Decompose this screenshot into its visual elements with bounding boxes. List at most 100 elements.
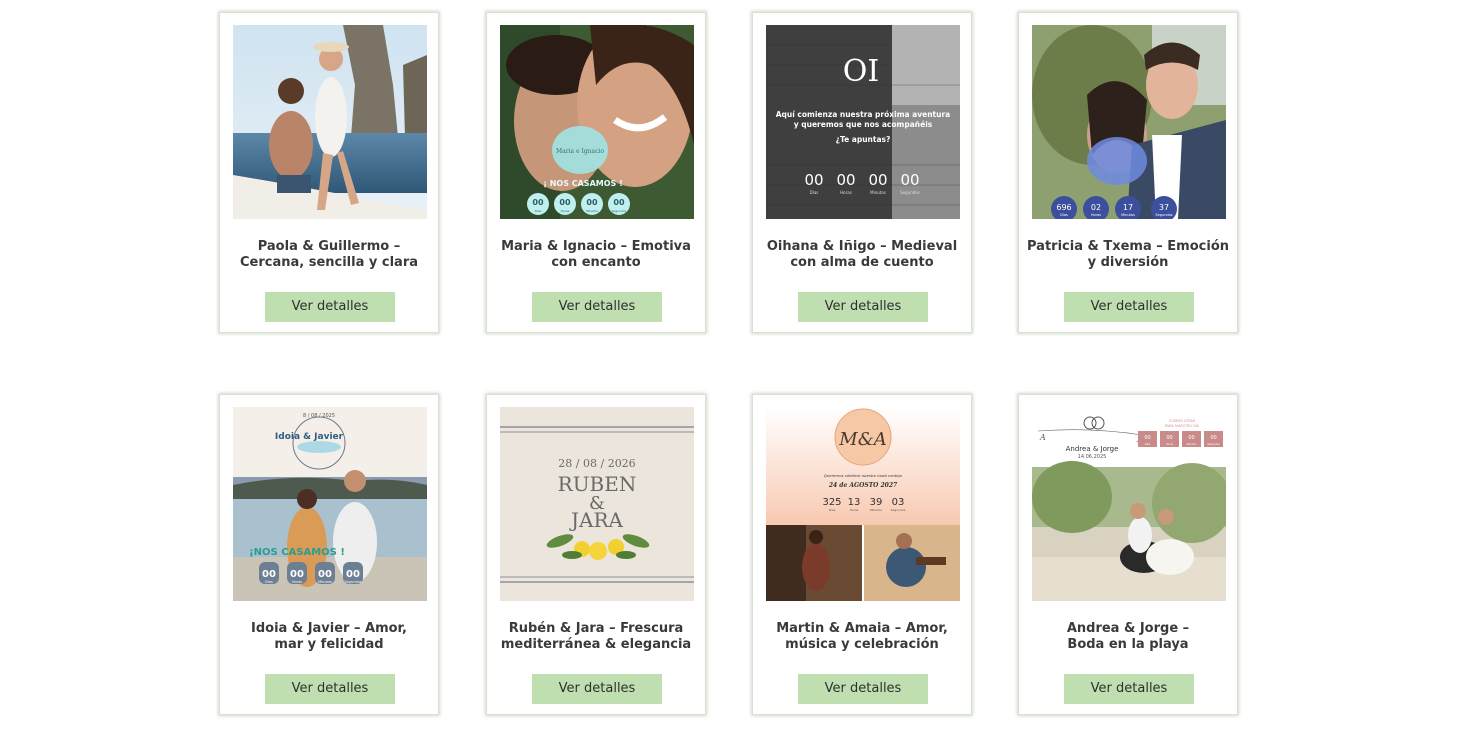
medieval-castle-invitation: OI Aquí comienza nuestra próxima aventur… bbox=[766, 25, 960, 219]
music-couple-invitation: M&A Queremos celebrar nuestro boda conti… bbox=[766, 407, 960, 601]
ver-detalles-button[interactable]: Ver detalles bbox=[1064, 674, 1194, 704]
svg-text:00: 00 bbox=[559, 198, 571, 207]
svg-text:Minutos: Minutos bbox=[318, 580, 332, 584]
svg-text:Días: Días bbox=[1145, 442, 1151, 446]
ver-detalles-button[interactable]: Ver detalles bbox=[265, 292, 395, 322]
ver-detalles-button[interactable]: Ver detalles bbox=[1064, 292, 1194, 322]
card-thumbnail-image[interactable] bbox=[233, 25, 427, 219]
svg-text:00: 00 bbox=[613, 198, 625, 207]
svg-text:Minutos: Minutos bbox=[870, 190, 886, 195]
product-card: 696 02 17 37 Días Horas Minutos Segundos… bbox=[1018, 12, 1238, 333]
product-card: 8 / 08 / 2025 Idoia & Javier ¡NOS CASAMO… bbox=[219, 394, 439, 715]
ver-detalles-button[interactable]: Ver detalles bbox=[798, 674, 928, 704]
svg-text:00: 00 bbox=[346, 569, 360, 580]
card-thumbnail-image[interactable]: 696 02 17 37 Días Horas Minutos Segundos bbox=[1032, 25, 1226, 219]
svg-text:Minutos: Minutos bbox=[1121, 213, 1135, 217]
svg-text:Segundos: Segundos bbox=[900, 190, 920, 195]
svg-text:Maria e Ignacio: Maria e Ignacio bbox=[556, 148, 604, 155]
ver-detalles-button[interactable]: Ver detalles bbox=[532, 674, 662, 704]
card-thumbnail-image[interactable]: 8 / 08 / 2025 Idoia & Javier ¡NOS CASAMO… bbox=[233, 407, 427, 601]
svg-text:13: 13 bbox=[848, 497, 861, 508]
svg-text:CUENTA ATRÁS: CUENTA ATRÁS bbox=[1169, 418, 1196, 423]
svg-text:Minutos: Minutos bbox=[870, 508, 882, 512]
couple-selfie-invitation: Maria e Ignacio ¡ NOS CASAMOS ! 00 00 00… bbox=[500, 25, 694, 219]
product-card: 28 / 08 / 2026 RUBEN & JARA Rubén & Jara… bbox=[486, 394, 706, 715]
card-thumbnail-image[interactable]: 28 / 08 / 2026 RUBEN & JARA bbox=[500, 407, 694, 601]
monogram-logo: OI bbox=[843, 54, 879, 89]
svg-text:00: 00 bbox=[836, 171, 855, 189]
svg-text:00: 00 bbox=[532, 198, 544, 207]
svg-text:00: 00 bbox=[290, 569, 304, 580]
svg-text:Minutos: Minutos bbox=[586, 209, 598, 213]
couple-wedding-photo: 696 02 17 37 Días Horas Minutos Segundos bbox=[1032, 25, 1226, 219]
ver-detalles-button[interactable]: Ver detalles bbox=[265, 674, 395, 704]
svg-text:00: 00 bbox=[1210, 435, 1216, 441]
svg-text:28 / 08 / 2026: 28 / 08 / 2026 bbox=[558, 457, 635, 470]
svg-text:17: 17 bbox=[1123, 203, 1133, 212]
svg-text:Días: Días bbox=[535, 209, 542, 213]
svg-text:Segundos: Segundos bbox=[891, 508, 906, 512]
svg-text:37: 37 bbox=[1159, 203, 1169, 212]
svg-text:Horas: Horas bbox=[840, 190, 852, 195]
lemon-invitation: 28 / 08 / 2026 RUBEN & JARA bbox=[500, 407, 694, 601]
svg-text:00: 00 bbox=[868, 171, 887, 189]
svg-text:14.06.2025: 14.06.2025 bbox=[1078, 454, 1107, 460]
svg-text:00: 00 bbox=[1188, 435, 1194, 441]
svg-text:y queremos que nos acompañéis: y queremos que nos acompañéis bbox=[794, 120, 933, 129]
svg-text:Días: Días bbox=[265, 580, 273, 584]
svg-text:Aquí comienza nuestra próxima: Aquí comienza nuestra próxima aventura bbox=[776, 110, 951, 119]
card-title: Andrea & Jorge – Boda en la playa bbox=[1066, 621, 1190, 652]
product-card: OI Aquí comienza nuestra próxima aventur… bbox=[752, 12, 972, 333]
couple-boat-photo bbox=[233, 25, 427, 219]
svg-text:696: 696 bbox=[1056, 203, 1071, 212]
card-title: Idoia & Javier – Amor, mar y felicidad bbox=[251, 621, 407, 652]
card-thumbnail-image[interactable]: OI Aquí comienza nuestra próxima aventur… bbox=[766, 25, 960, 219]
svg-text:Días: Días bbox=[1060, 213, 1068, 217]
svg-text:Segundos: Segundos bbox=[612, 209, 627, 213]
svg-text:JARA: JARA bbox=[569, 508, 624, 532]
card-title: Paola & Guillermo – Cercana, sencilla y … bbox=[239, 239, 419, 270]
svg-text:39: 39 bbox=[870, 497, 883, 508]
product-card: M&A Queremos celebrar nuestro boda conti… bbox=[752, 394, 972, 715]
svg-text:Segundos: Segundos bbox=[344, 580, 361, 584]
card-title: Martin & Amaia – Amor, música y celebrac… bbox=[776, 621, 948, 652]
svg-text:M&A: M&A bbox=[838, 429, 886, 450]
svg-text:Horas: Horas bbox=[1091, 213, 1101, 217]
svg-text:Queremos celebrar nuestro boda: Queremos celebrar nuestro boda contigo bbox=[824, 473, 903, 478]
svg-text:Horas: Horas bbox=[561, 209, 570, 213]
product-card: Maria e Ignacio ¡ NOS CASAMOS ! 00 00 00… bbox=[486, 12, 706, 333]
svg-text:00: 00 bbox=[1166, 435, 1172, 441]
svg-text:Minutos: Minutos bbox=[1187, 442, 1198, 446]
svg-text:¡NOS CASAMOS !: ¡NOS CASAMOS ! bbox=[249, 547, 345, 558]
svg-text:03: 03 bbox=[892, 497, 905, 508]
svg-text:Idoia & Javier: Idoia & Javier bbox=[275, 432, 344, 442]
svg-text:325: 325 bbox=[822, 497, 841, 508]
ver-detalles-button[interactable]: Ver detalles bbox=[798, 292, 928, 322]
svg-text:Horas: Horas bbox=[1166, 442, 1174, 446]
card-title: Maria & Ignacio – Emotiva con encanto bbox=[501, 239, 691, 270]
svg-text:PARA NUESTRO DÍA: PARA NUESTRO DÍA bbox=[1165, 423, 1200, 428]
beach-wedding-invitation: A J Andrea & Jorge 14.06.2025 CUENTA ATR… bbox=[1032, 407, 1226, 601]
svg-text:Segundos: Segundos bbox=[1155, 213, 1172, 217]
svg-text:00: 00 bbox=[804, 171, 823, 189]
svg-text:¡ NOS CASAMOS !: ¡ NOS CASAMOS ! bbox=[543, 179, 622, 188]
svg-text:Días: Días bbox=[829, 508, 836, 512]
product-card: Paola & Guillermo – Cercana, sencilla y … bbox=[219, 12, 439, 333]
svg-text:A: A bbox=[1039, 433, 1046, 442]
card-thumbnail-image[interactable]: A J Andrea & Jorge 14.06.2025 CUENTA ATR… bbox=[1032, 407, 1226, 601]
card-title: Rubén & Jara – Frescura mediterránea & e… bbox=[500, 621, 692, 652]
svg-text:00: 00 bbox=[586, 198, 598, 207]
svg-text:00: 00 bbox=[318, 569, 332, 580]
svg-text:00: 00 bbox=[1144, 435, 1150, 441]
svg-text:00: 00 bbox=[900, 171, 919, 189]
svg-text:Andrea & Jorge: Andrea & Jorge bbox=[1066, 445, 1119, 453]
ver-detalles-button[interactable]: Ver detalles bbox=[532, 292, 662, 322]
card-title: Oihana & Iñigo – Medieval con alma de cu… bbox=[766, 239, 958, 270]
svg-text:02: 02 bbox=[1091, 203, 1101, 212]
card-thumbnail-image[interactable]: Maria e Ignacio ¡ NOS CASAMOS ! 00 00 00… bbox=[500, 25, 694, 219]
svg-text:¿Te apuntas?: ¿Te apuntas? bbox=[836, 135, 891, 144]
svg-text:8 / 08 / 2025: 8 / 08 / 2025 bbox=[303, 413, 335, 419]
svg-text:Días: Días bbox=[810, 190, 819, 195]
svg-text:Horas: Horas bbox=[292, 580, 302, 584]
card-thumbnail-image[interactable]: M&A Queremos celebrar nuestro boda conti… bbox=[766, 407, 960, 601]
